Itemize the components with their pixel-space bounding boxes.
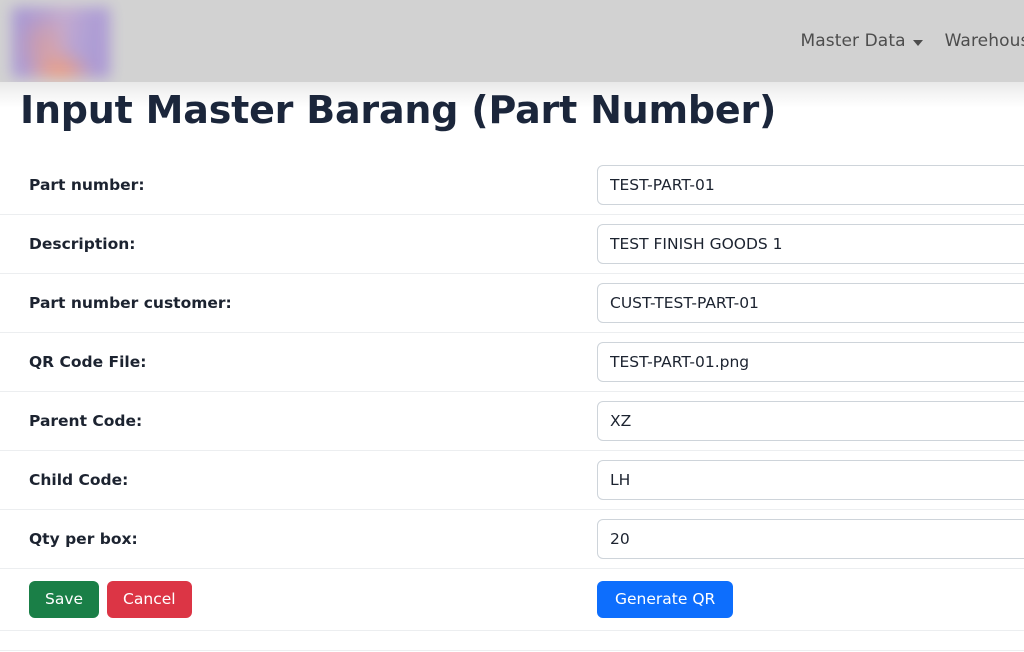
child-code-input[interactable]: [597, 459, 1024, 500]
save-button[interactable]: Save: [29, 580, 100, 619]
part-number-input[interactable]: [597, 164, 1024, 205]
field-part-number: [597, 164, 1024, 205]
generate-qr-button[interactable]: Generate QR: [597, 580, 734, 619]
generate-qr-group: Generate QR: [597, 580, 1024, 619]
nav-item-master-data-label: Master Data: [800, 31, 906, 51]
part-number-customer-input[interactable]: [597, 282, 1024, 323]
form-bottom-divider: [0, 631, 1024, 651]
form-row-child-code: Child Code:: [0, 451, 1024, 510]
navbar-links: Master Data Warehouse: [800, 31, 1024, 51]
form-row-qty-per-box: Qty per box:: [0, 510, 1024, 569]
label-part-number-customer: Part number customer:: [29, 293, 232, 312]
form-row-description: Description:: [0, 215, 1024, 274]
field-child-code: [597, 459, 1024, 500]
field-parent-code: [597, 400, 1024, 441]
page-title: Input Master Barang (Part Number): [20, 88, 777, 132]
description-input[interactable]: [597, 223, 1024, 264]
cancel-button[interactable]: Cancel: [107, 580, 192, 619]
field-description: [597, 223, 1024, 264]
label-qr-code-file: QR Code File:: [29, 352, 147, 371]
nav-item-warehouse-label: Warehouse: [944, 31, 1024, 51]
label-parent-code: Parent Code:: [29, 411, 143, 430]
master-barang-form: Part number: Description: Part number cu…: [0, 156, 1024, 651]
company-logo[interactable]: [12, 7, 110, 78]
form-row-parent-code: Parent Code:: [0, 392, 1024, 451]
form-row-part-number: Part number:: [0, 156, 1024, 215]
top-navbar: Master Data Warehouse: [0, 0, 1024, 82]
parent-code-input[interactable]: [597, 400, 1024, 441]
chevron-down-icon: [912, 40, 923, 46]
label-qty-per-box: Qty per box:: [29, 529, 138, 548]
label-part-number: Part number:: [29, 175, 145, 194]
qty-per-box-input[interactable]: [597, 518, 1024, 559]
field-qty-per-box: [597, 518, 1024, 559]
label-description: Description:: [29, 234, 136, 253]
form-row-part-number-customer: Part number customer:: [0, 274, 1024, 333]
primary-action-group: Save Cancel: [29, 580, 597, 619]
label-child-code: Child Code:: [29, 470, 129, 489]
form-row-qr-code-file: QR Code File:: [0, 333, 1024, 392]
form-action-row: Save Cancel Generate QR: [0, 569, 1024, 631]
qr-code-file-input[interactable]: [597, 341, 1024, 382]
nav-item-warehouse[interactable]: Warehouse: [945, 31, 1024, 51]
nav-item-master-data[interactable]: Master Data: [800, 31, 923, 51]
field-qr-code-file: [597, 341, 1024, 382]
field-part-number-customer: [597, 282, 1024, 323]
